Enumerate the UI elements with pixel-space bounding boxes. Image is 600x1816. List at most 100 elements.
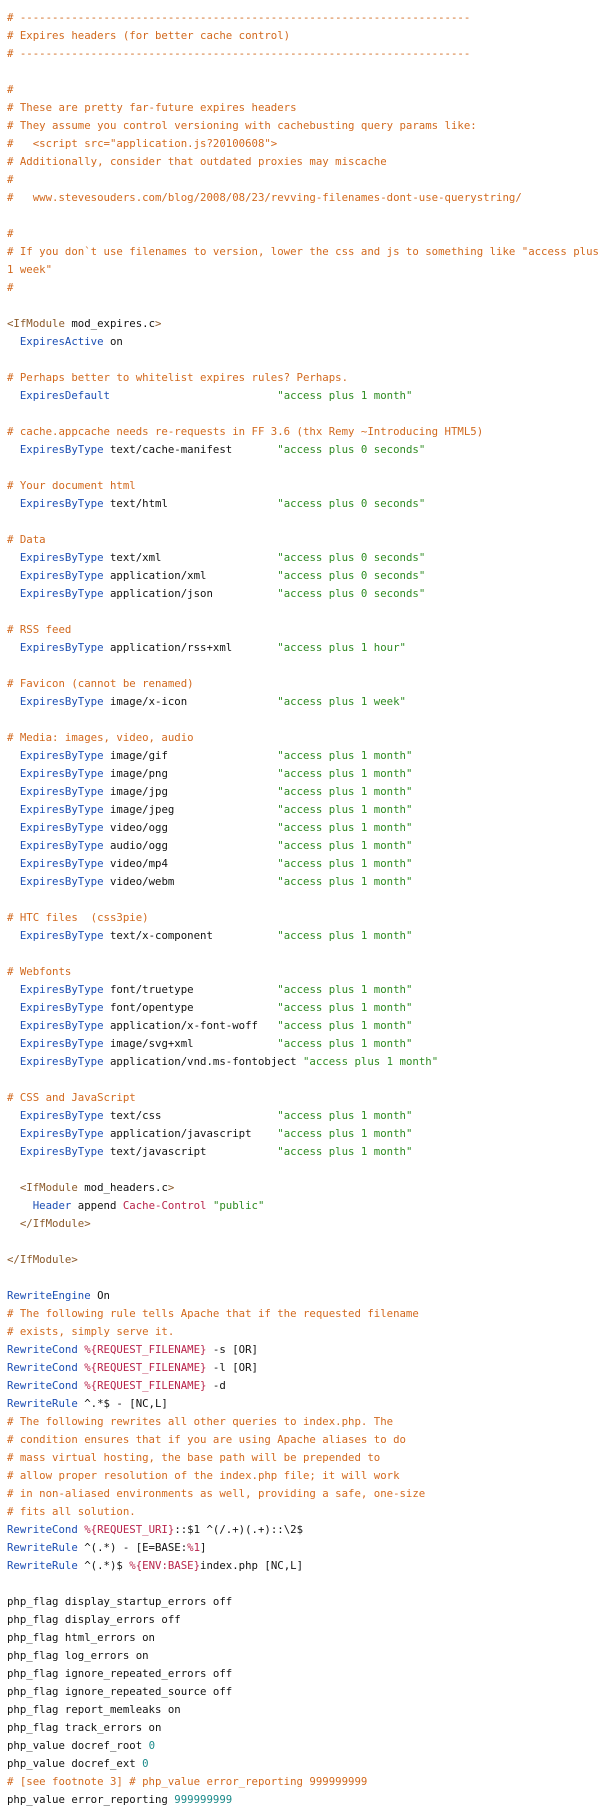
comment-line: # They assume you control versioning wit…: [7, 117, 600, 135]
code-line: <IfModule mod_expires.c>: [7, 315, 600, 333]
comment-line: # These are pretty far-future expires he…: [7, 99, 600, 117]
directive-token: ExpiresByType: [19, 1001, 104, 1014]
comment-line: # Data: [7, 531, 600, 549]
comment-line: # [see footnote 3] # php_value error_rep…: [7, 1773, 600, 1791]
text-token: ^(.*) - [E=BASE:: [77, 1541, 188, 1554]
text-token: text/xml: [103, 551, 278, 564]
code-line: ExpiresByType text/css "access plus 1 mo…: [7, 1107, 600, 1125]
tag-token: </IfModule>: [19, 1217, 91, 1230]
comment-token: # in non-aliased environments as well, p…: [7, 1487, 426, 1500]
code-line: ExpiresByType text/cache-manifest "acces…: [7, 441, 600, 459]
comment-line: # condition ensures that if you are usin…: [7, 1431, 600, 1449]
string-token: "access plus 0 seconds": [277, 497, 426, 510]
directive-token: ExpiresDefault: [19, 389, 110, 402]
htaccess-code-listing: # --------------------------------------…: [0, 0, 600, 1809]
text-token: image/png: [103, 767, 278, 780]
text-token: text/css: [103, 1109, 278, 1122]
comment-token: # mass virtual hosting, the base path wi…: [7, 1451, 381, 1464]
comment-line: # The following rewrites all other queri…: [7, 1413, 600, 1431]
directive-token: ExpiresByType: [19, 587, 104, 600]
text-token: image/svg+xml: [103, 1037, 278, 1050]
string-token: "access plus 1 month": [277, 1127, 413, 1140]
string-token: "access plus 1 month": [277, 857, 413, 870]
comment-line: # <script src="application.js?20100608">: [7, 135, 600, 153]
number-token: 0: [142, 1757, 149, 1770]
code-line: ExpiresActive on: [7, 333, 600, 351]
code-line: <IfModule mod_headers.c>: [7, 1179, 600, 1197]
directive-token: ExpiresByType: [19, 839, 104, 852]
text-token: php_value error_reporting: [7, 1793, 175, 1806]
directive-token: RewriteRule: [7, 1559, 78, 1572]
comment-line: # Your document html: [7, 477, 600, 495]
comment-token: # allow proper resolution of the index.p…: [7, 1469, 400, 1482]
comment-token: # condition ensures that if you are usin…: [7, 1433, 406, 1446]
code-line: php_flag track_errors on: [7, 1719, 600, 1737]
comment-token: # HTC files (css3pie): [7, 911, 149, 924]
code-line: RewriteRule ^.*$ - [NC,L]: [7, 1395, 600, 1413]
comment-line: # RSS feed: [7, 621, 600, 639]
comment-line: # Additionally, consider that outdated p…: [7, 153, 600, 171]
directive-token: ExpiresByType: [19, 1145, 104, 1158]
text-token: php_value docref_root: [7, 1739, 149, 1752]
comment-token: # The following rewrites all other queri…: [7, 1415, 394, 1428]
code-line: php_flag display_errors off: [7, 1611, 600, 1629]
comment-line: #: [7, 225, 600, 243]
comment-line: #: [7, 81, 600, 99]
comment-line: #: [7, 171, 600, 189]
text-token: video/ogg: [103, 821, 278, 834]
comment-token: # --------------------------------------…: [7, 47, 471, 60]
directive-token: ExpiresByType: [19, 1019, 104, 1032]
text-token: -d: [206, 1379, 226, 1392]
code-line: ExpiresByType application/javascript "ac…: [7, 1125, 600, 1143]
comment-token: #: [7, 281, 14, 294]
number-token: 0: [148, 1739, 155, 1752]
text-token: text/javascript: [103, 1145, 278, 1158]
text-token: application/x-font-woff: [103, 1019, 278, 1032]
text-token: image/jpeg: [103, 803, 278, 816]
comment-line: # --------------------------------------…: [7, 45, 600, 63]
string-token: "access plus 0 seconds": [277, 551, 426, 564]
text-token: application/javascript: [103, 1127, 278, 1140]
text-token: php_flag track_errors on: [7, 1721, 162, 1734]
text-token: ^.*$ - [NC,L]: [77, 1397, 168, 1410]
code-line: ExpiresByType video/webm "access plus 1 …: [7, 873, 600, 891]
comment-token: # If you don`t use filenames to version,…: [7, 245, 599, 276]
directive-token: ExpiresByType: [19, 1109, 104, 1122]
text-token: -l [OR]: [206, 1361, 258, 1374]
code-line: Header append Cache-Control "public": [7, 1197, 600, 1215]
comment-token: #: [7, 173, 14, 186]
text-token: video/webm: [103, 875, 278, 888]
directive-token: RewriteCond: [7, 1379, 78, 1392]
directive-token: ExpiresByType: [19, 857, 104, 870]
code-line: </IfModule>: [7, 1251, 600, 1269]
variable-token: %{REQUEST_FILENAME}: [84, 1361, 207, 1374]
code-line: ExpiresByType application/rss+xml "acces…: [7, 639, 600, 657]
code-line: php_value docref_root 0: [7, 1737, 600, 1755]
text-token: append: [71, 1199, 123, 1212]
directive-token: ExpiresByType: [19, 1055, 104, 1068]
comment-line: #: [7, 279, 600, 297]
comment-line: # exists, simply serve it.: [7, 1323, 600, 1341]
code-line: RewriteCond %{REQUEST_FILENAME} -l [OR]: [7, 1359, 600, 1377]
variable-token: %{REQUEST_FILENAME}: [84, 1379, 207, 1392]
text-token: php_flag display_errors off: [7, 1613, 181, 1626]
comment-line: # Expires headers (for better cache cont…: [7, 27, 600, 45]
comment-token: # RSS feed: [7, 623, 72, 636]
